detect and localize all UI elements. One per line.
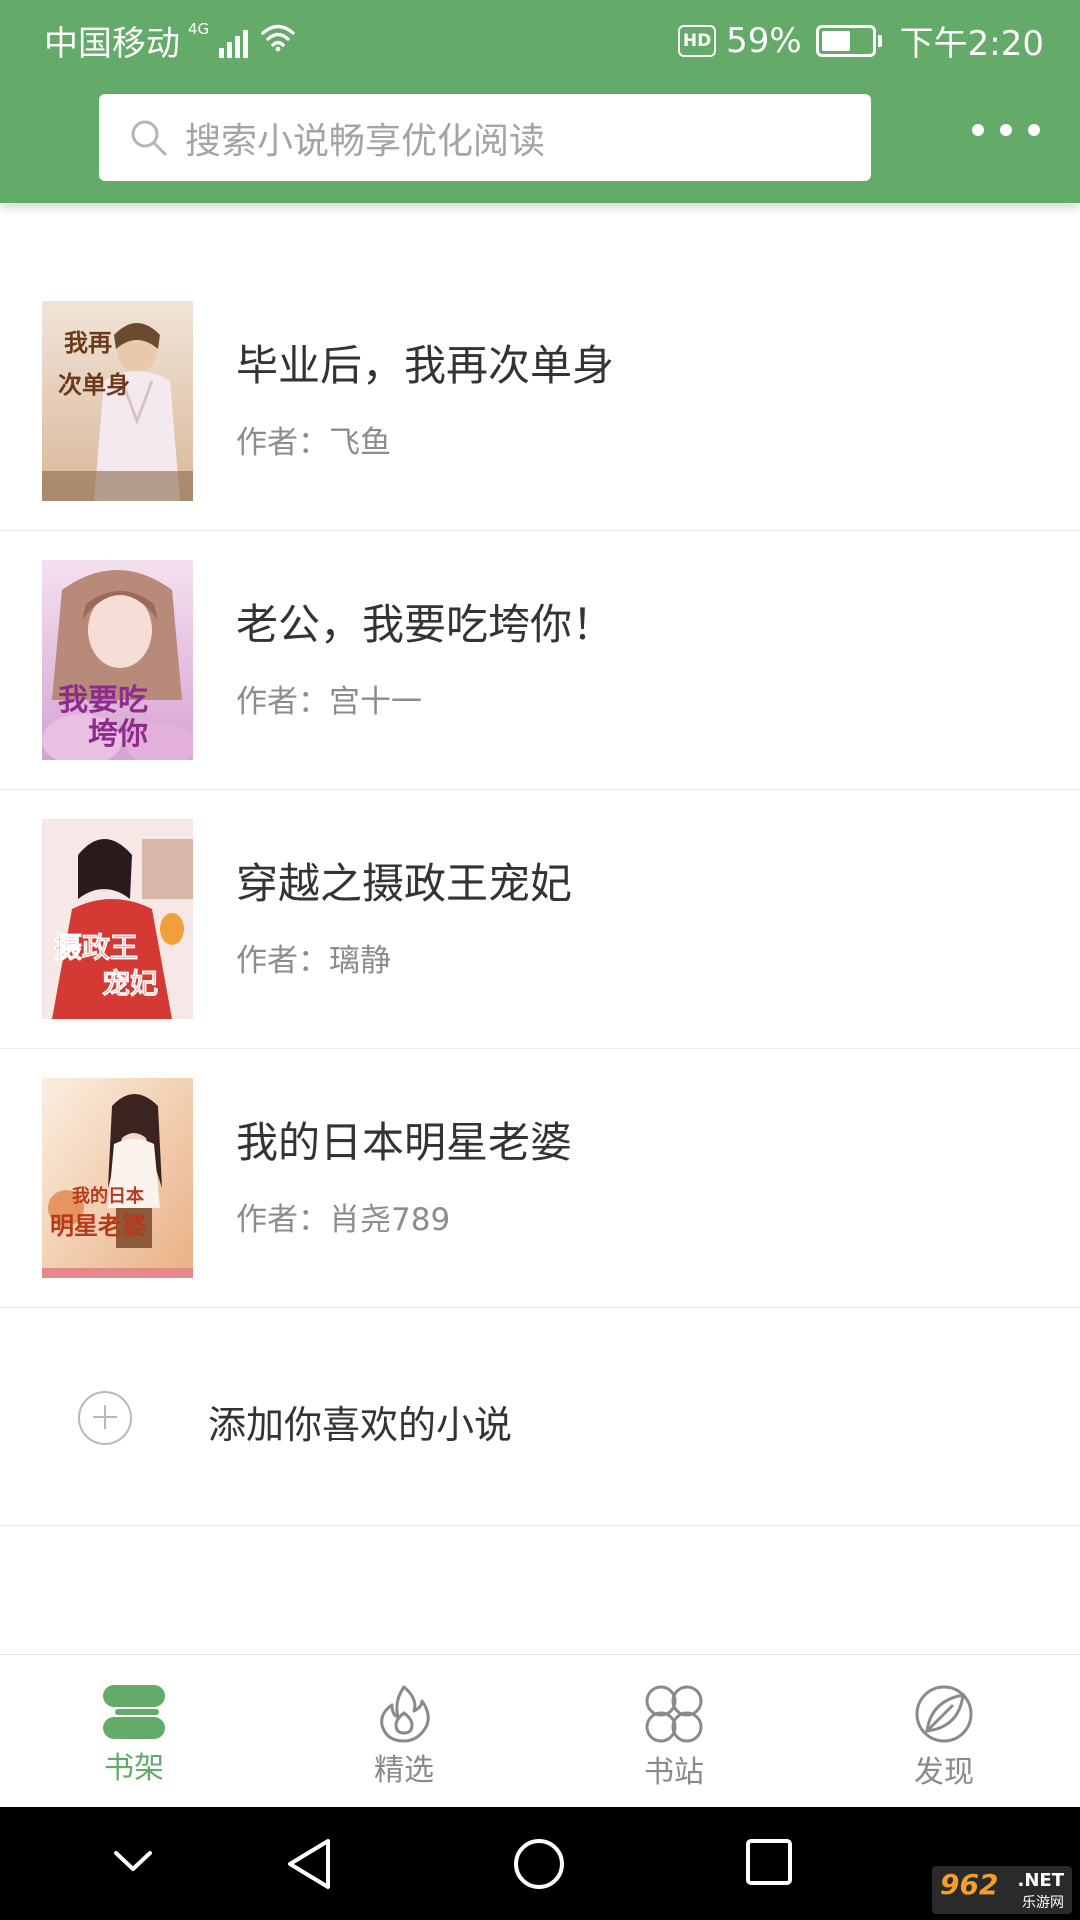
recents-icon[interactable] <box>744 1837 794 1887</box>
search-input[interactable]: 搜索小说畅享优化阅读 <box>99 94 871 181</box>
cover-title: 摄政王 <box>54 931 138 964</box>
tab-featured[interactable]: 精选 <box>304 1683 504 1789</box>
search-placeholder: 搜索小说畅享优化阅读 <box>185 120 546 162</box>
app-header: 中国移动 4G HD 59% 下午2:20 搜索小说畅享优化阅读 <box>0 0 1080 203</box>
book-cover: 我要吃 垮你 <box>42 560 193 760</box>
home-icon[interactable] <box>512 1837 566 1891</box>
book-item[interactable]: 我的日本 明星老婆 我的日本明星老婆 作者：肖尧789 <box>0 1049 1080 1308</box>
chevron-down-icon[interactable] <box>112 1841 154 1883</box>
book-author: 作者：宫十一 <box>236 684 422 720</box>
book-cover: 我再 次单身 <box>42 301 193 501</box>
status-bar: 中国移动 4G HD 59% 下午2:20 <box>0 0 1080 76</box>
bookshelf-list: 我再 次单身 毕业后，我再次单身 作者：飞鱼 我要吃 垮你 老公，我要吃垮你！ … <box>0 272 1080 1308</box>
watermark-logo: 962 .NET 乐游网 <box>932 1866 1072 1914</box>
book-cover: 我的日本 明星老婆 <box>42 1078 193 1278</box>
cover-title: 明星老婆 <box>50 1211 146 1240</box>
signal-icon <box>219 24 251 58</box>
back-icon[interactable] <box>284 1837 334 1891</box>
system-nav-bar: 962 .NET 乐游网 <box>0 1807 1080 1920</box>
grid-circles-icon <box>645 1685 703 1743</box>
search-icon <box>131 120 167 155</box>
tab-label: 精选 <box>374 1753 434 1788</box>
leaf-icon <box>915 1685 973 1743</box>
book-title: 穿越之摄政王宠妃 <box>236 859 573 908</box>
tab-bookshelf[interactable]: 书架 <box>34 1683 234 1787</box>
cover-title: 宠妃 <box>102 967 158 1000</box>
tab-discover[interactable]: 发现 <box>844 1683 1044 1791</box>
tab-label: 书站 <box>644 1755 704 1790</box>
more-options-icon[interactable] <box>972 124 1040 136</box>
book-author: 作者：肖尧789 <box>236 1202 451 1238</box>
cover-title: 我要吃 <box>58 683 148 718</box>
hd-icon: HD <box>678 24 717 57</box>
battery-percent: 59% <box>726 20 802 61</box>
cover-title: 我的日本 <box>72 1185 144 1207</box>
tab-label: 发现 <box>914 1755 974 1790</box>
book-author: 作者：璃静 <box>236 943 391 979</box>
cover-title: 垮你 <box>88 717 148 752</box>
book-title: 我的日本明星老婆 <box>236 1118 573 1167</box>
bookshelf-icon <box>103 1685 165 1739</box>
clock: 下午2:20 <box>899 24 1044 64</box>
flame-icon <box>380 1685 430 1743</box>
add-book-button[interactable]: 添加你喜欢的小说 <box>0 1305 1080 1526</box>
add-book-label: 添加你喜欢的小说 <box>208 1403 513 1447</box>
cover-title: 我再 <box>64 328 112 357</box>
book-title: 老公，我要吃垮你！ <box>236 600 615 649</box>
book-cover: 摄政王 宠妃 <box>42 819 193 1019</box>
battery-icon <box>815 24 882 57</box>
book-item[interactable]: 摄政王 宠妃 穿越之摄政王宠妃 作者：璃静 <box>0 790 1080 1049</box>
tab-label: 书架 <box>104 1751 164 1786</box>
bottom-tab-bar: 书架 精选 书站 发现 <box>0 1654 1080 1808</box>
network-type: 4G <box>188 19 210 38</box>
wifi-icon <box>261 21 295 61</box>
book-title: 毕业后，我再次单身 <box>236 341 615 390</box>
book-author: 作者：飞鱼 <box>236 425 391 461</box>
book-item[interactable]: 我要吃 垮你 老公，我要吃垮你！ 作者：宫十一 <box>0 531 1080 790</box>
book-item[interactable]: 我再 次单身 毕业后，我再次单身 作者：飞鱼 <box>0 272 1080 531</box>
cover-title: 次单身 <box>58 370 130 399</box>
tab-book-sites[interactable]: 书站 <box>574 1683 774 1791</box>
carrier-label: 中国移动 <box>44 24 180 64</box>
plus-circle-icon <box>78 1391 132 1445</box>
